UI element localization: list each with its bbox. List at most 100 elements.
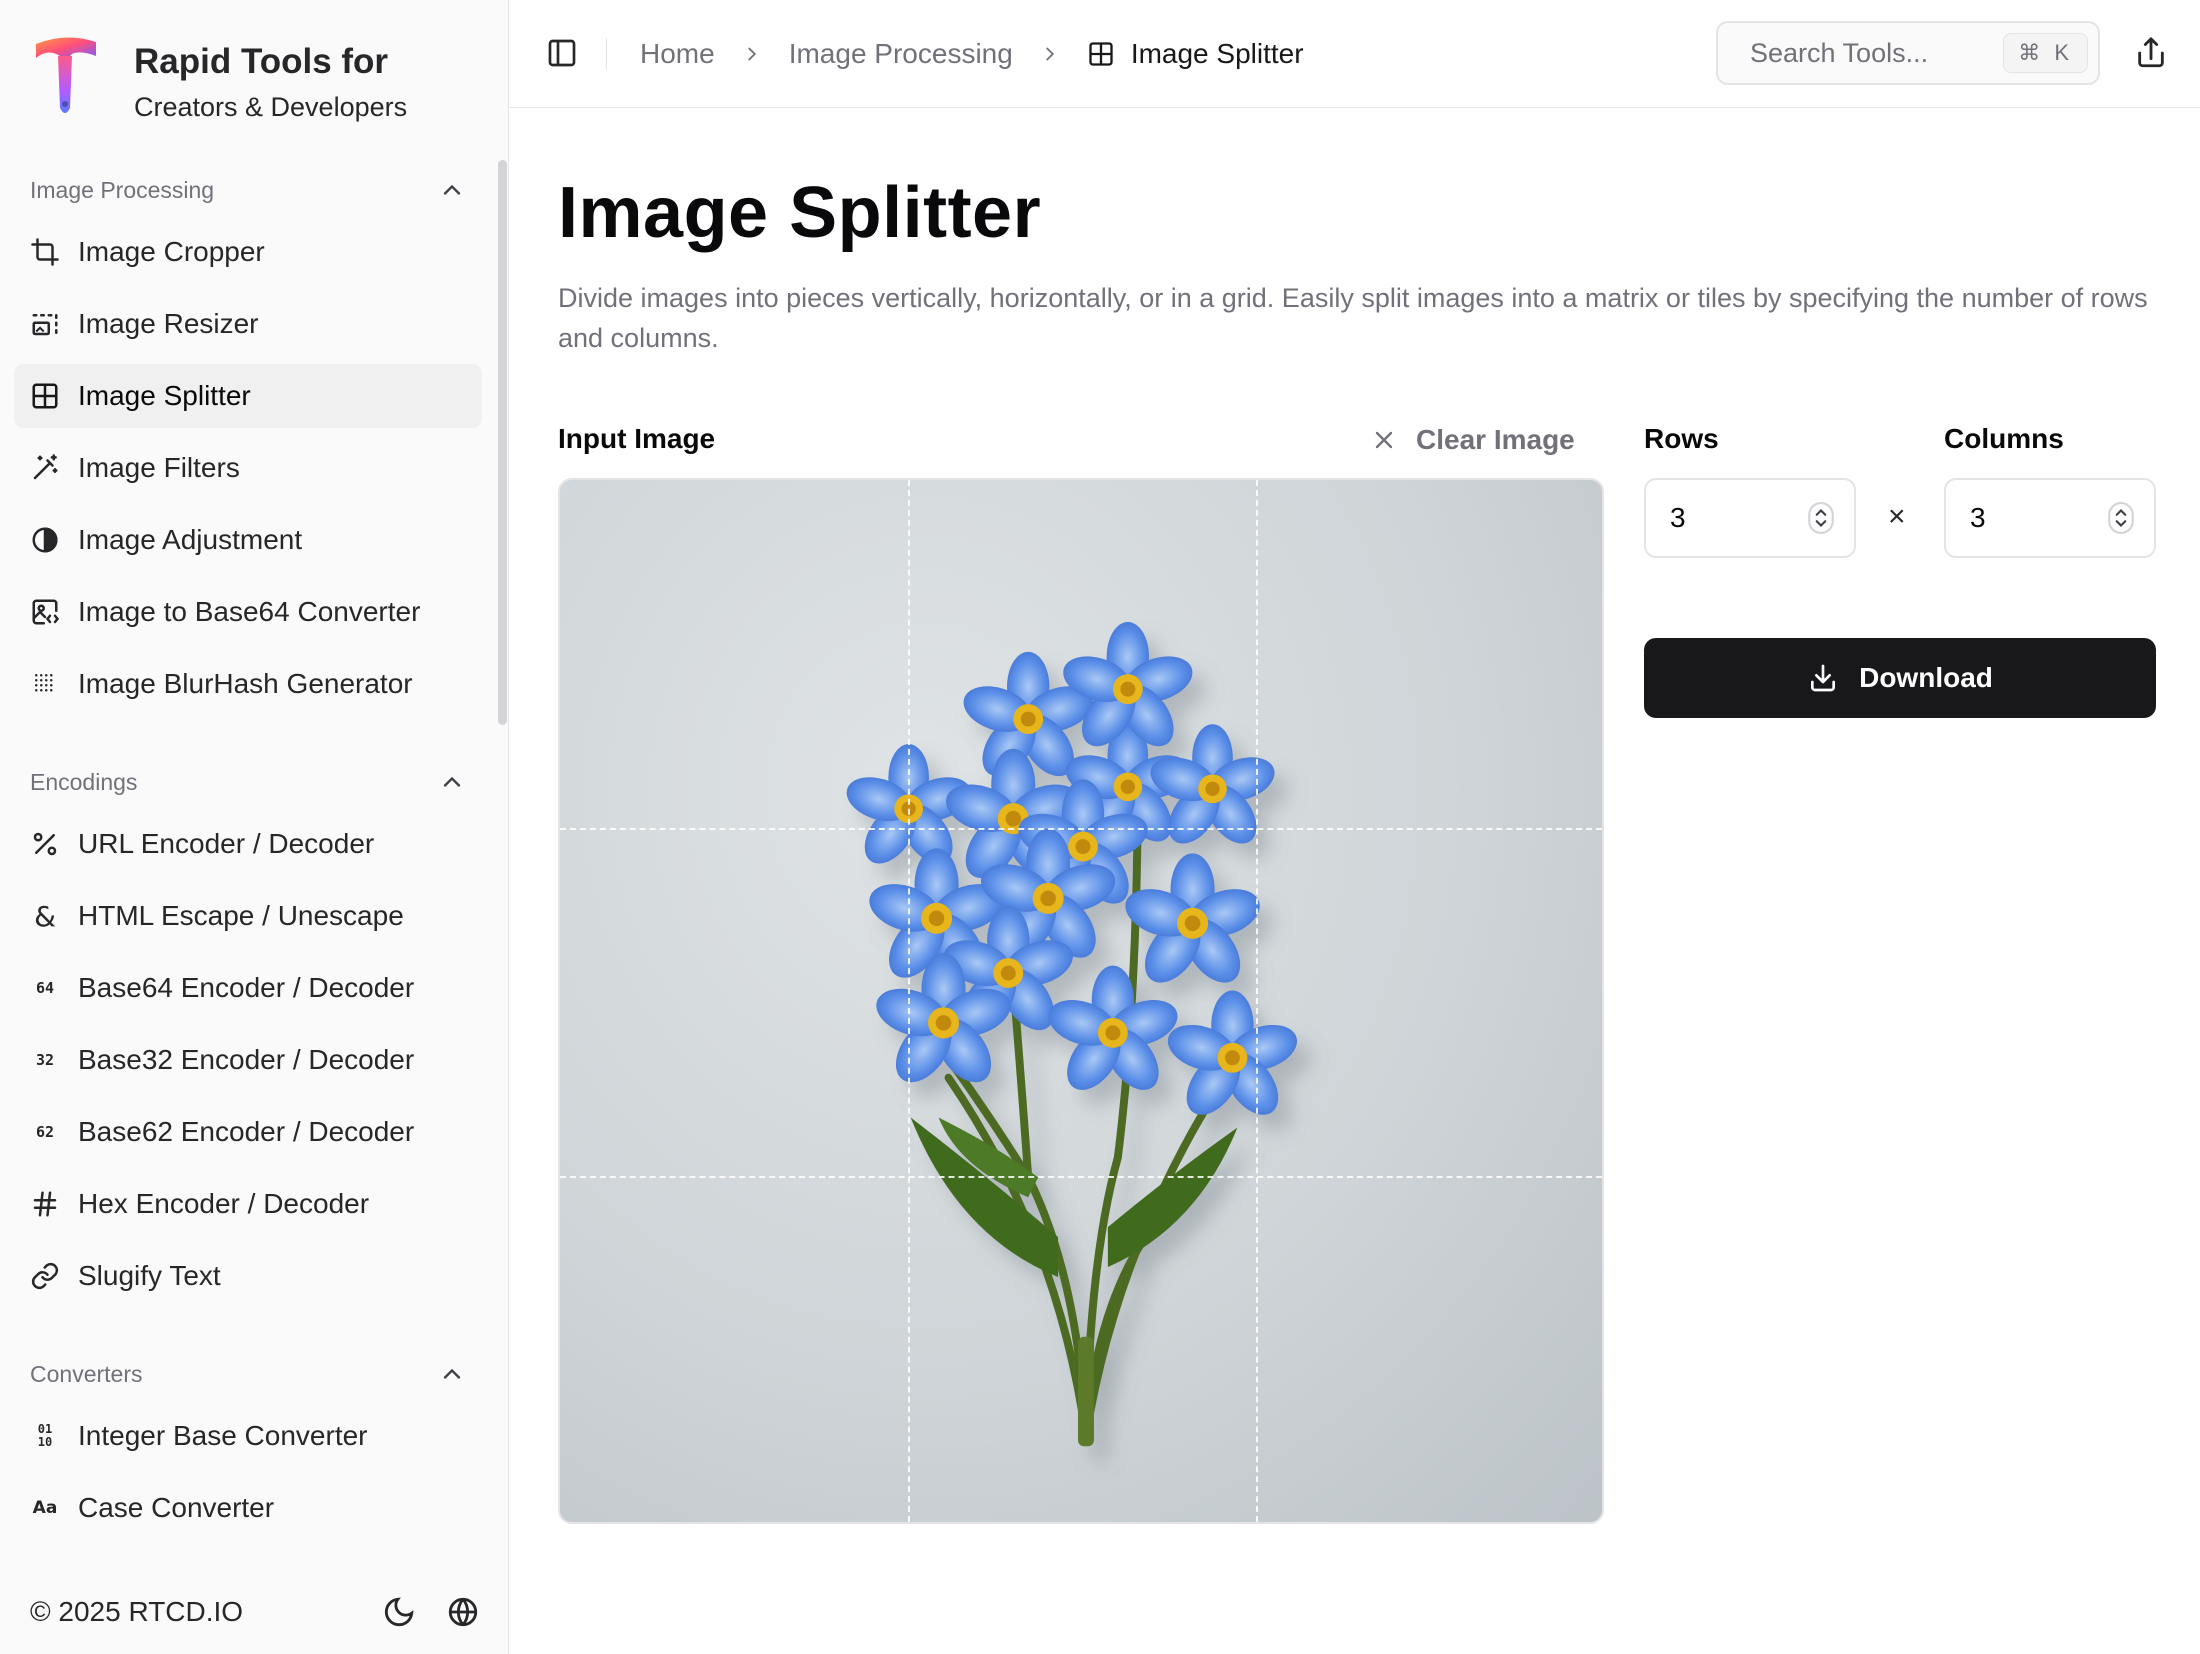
- group-label: Converters: [30, 1360, 143, 1387]
- chevron-up-icon: [443, 776, 461, 787]
- rows-value: 3: [1670, 502, 1686, 533]
- percent-icon: [30, 829, 60, 859]
- sidebar-item-label: Image Adjustment: [78, 524, 303, 555]
- download-button[interactable]: Download: [1644, 638, 2156, 718]
- sidebar-item-image-blurhash[interactable]: Image BlurHash Generator: [14, 652, 482, 716]
- sidebar-footer: © 2025 RTCD.IO: [30, 1584, 480, 1640]
- group-header-encodings[interactable]: Encodings: [14, 752, 482, 812]
- group-label: Encodings: [30, 768, 138, 795]
- rows-input[interactable]: 3: [1644, 478, 1856, 558]
- magic-wand-icon: [30, 453, 60, 483]
- resize-icon: [30, 309, 60, 339]
- search-button[interactable]: Search Tools... ⌘ K: [1716, 21, 2100, 85]
- sidebar-item-slugify[interactable]: Slugify Text: [14, 1244, 482, 1308]
- share-icon[interactable]: [2134, 36, 2168, 70]
- clear-image-label: Clear Image: [1416, 424, 1575, 455]
- sidebar-item-html-escape[interactable]: & HTML Escape / Unescape: [14, 884, 482, 948]
- topbar: Home Image Processing Image Splitter Sea…: [510, 0, 2200, 108]
- brand-subtitle: Creators & Developers: [134, 92, 408, 122]
- sidebar-item-label: HTML Escape / Unescape: [78, 900, 404, 931]
- sidebar-item-base62[interactable]: 62 Base62 Encoder / Decoder: [14, 1100, 482, 1164]
- sidebar-item-label: Image Resizer: [78, 308, 259, 339]
- sidebar-item-image-cropper[interactable]: Image Cropper: [14, 220, 482, 284]
- breadcrumb-image-processing[interactable]: Image Processing: [789, 38, 1013, 70]
- sidebar-scrollbar[interactable]: [498, 160, 507, 725]
- split-line-horizontal: [560, 828, 1602, 830]
- flower-bouquet-image: [840, 621, 1303, 1447]
- sidebar: Rapid Tools for Creators & Developers Im…: [0, 0, 509, 1654]
- chevron-up-icon: [443, 1368, 461, 1379]
- hash-icon: [30, 1189, 60, 1219]
- dots-grid-icon: [30, 669, 60, 699]
- columns-input[interactable]: 3: [1944, 478, 2156, 558]
- stepper-icon[interactable]: [2108, 502, 2134, 534]
- nav-group-image-processing: Image Processing Image Cropper Image Res…: [14, 160, 482, 724]
- brand[interactable]: Rapid Tools for Creators & Developers: [30, 34, 407, 134]
- sidebar-item-label: Integer Base Converter: [78, 1420, 368, 1451]
- times-symbol: ×: [1888, 500, 1906, 533]
- image-preview[interactable]: [558, 478, 1604, 1524]
- sidebar-item-hex-encoder[interactable]: Hex Encoder / Decoder: [14, 1172, 482, 1236]
- case-icon: Aa: [32, 1498, 58, 1518]
- breadcrumb-current: Image Splitter: [1087, 38, 1304, 70]
- sidebar-item-label: Image Cropper: [78, 236, 265, 267]
- chevron-right-icon: [748, 47, 756, 61]
- sidebar-item-label: Image Splitter: [78, 380, 251, 411]
- crop-icon: [30, 237, 60, 267]
- clear-image-button[interactable]: Clear Image: [1370, 418, 1575, 462]
- group-header-image-processing[interactable]: Image Processing: [14, 160, 482, 220]
- breadcrumb-home[interactable]: Home: [640, 38, 715, 70]
- columns-value: 3: [1970, 502, 1986, 533]
- sidebar-item-label: Image Filters: [78, 452, 240, 483]
- sidebar-item-base32[interactable]: 32 Base32 Encoder / Decoder: [14, 1028, 482, 1092]
- copyright: © 2025 RTCD.IO: [30, 1596, 244, 1627]
- download-icon: [1811, 664, 1836, 692]
- sidebar-item-image-filters[interactable]: Image Filters: [14, 436, 482, 500]
- grid-icon: [30, 381, 60, 411]
- grid-icon: [1089, 42, 1113, 66]
- brand-title: Rapid Tools for: [134, 42, 389, 81]
- sidebar-item-url-encoder[interactable]: URL Encoder / Decoder: [14, 812, 482, 876]
- sidebar-item-label: Case Converter: [78, 1492, 275, 1523]
- sidebar-item-label: Base64 Encoder / Decoder: [78, 972, 415, 1003]
- sidebar-item-image-to-base64[interactable]: Image to Base64 Converter: [14, 580, 482, 644]
- base32-icon: 32: [35, 1051, 55, 1069]
- sidebar-item-case-converter[interactable]: Aa Case Converter: [14, 1476, 482, 1540]
- globe-icon[interactable]: [446, 1595, 480, 1629]
- sidebar-item-base64[interactable]: 64 Base64 Encoder / Decoder: [14, 956, 482, 1020]
- sidebar-item-integer-base-converter[interactable]: 01 10 Integer Base Converter: [14, 1404, 482, 1468]
- sidebar-toggle-icon[interactable]: [546, 37, 578, 69]
- group-header-converters[interactable]: Converters: [14, 1344, 482, 1404]
- moon-icon[interactable]: [382, 1595, 416, 1629]
- base62-icon: 62: [35, 1123, 55, 1141]
- sidebar-item-label: URL Encoder / Decoder: [78, 828, 375, 859]
- page-description: Divide images into pieces vertically, ho…: [558, 283, 2148, 353]
- breadcrumb-current-label: Image Splitter: [1130, 38, 1304, 69]
- columns-label: Columns: [1944, 423, 2064, 454]
- shortcut-badge: ⌘ K: [2003, 33, 2088, 73]
- download-label: Download: [1859, 662, 1993, 693]
- sidebar-item-label: Slugify Text: [78, 1260, 221, 1291]
- breadcrumb: Home Image Processing Image Splitter: [640, 30, 1304, 78]
- split-line-vertical: [908, 480, 910, 1522]
- close-icon: [1375, 431, 1393, 449]
- binary-icon: 01 10: [37, 1422, 53, 1449]
- stepper-icon[interactable]: [1808, 502, 1834, 534]
- hammer-logo-icon: [36, 37, 96, 113]
- group-label: Image Processing: [30, 176, 215, 203]
- sidebar-item-image-resizer[interactable]: Image Resizer: [14, 292, 482, 356]
- sidebar-item-label: Image to Base64 Converter: [78, 596, 421, 627]
- sidebar-item-label: Image BlurHash Generator: [78, 668, 413, 699]
- ampersand-icon: &: [34, 899, 56, 933]
- sidebar-item-image-adjustment[interactable]: Image Adjustment: [14, 508, 482, 572]
- nav-group-encodings: Encodings URL Encoder / Decoder & HTML E…: [14, 752, 482, 1316]
- chevron-up-icon: [443, 184, 461, 195]
- image-code-icon: [30, 597, 60, 627]
- contrast-icon: [30, 525, 60, 555]
- chevron-right-icon: [1046, 47, 1054, 61]
- sidebar-item-label: Hex Encoder / Decoder: [78, 1188, 370, 1219]
- sidebar-item-label: Base32 Encoder / Decoder: [78, 1044, 415, 1075]
- input-image-label: Input Image: [558, 423, 716, 454]
- sidebar-item-image-splitter[interactable]: Image Splitter: [14, 364, 482, 428]
- search-placeholder: Search Tools...: [1750, 37, 1929, 68]
